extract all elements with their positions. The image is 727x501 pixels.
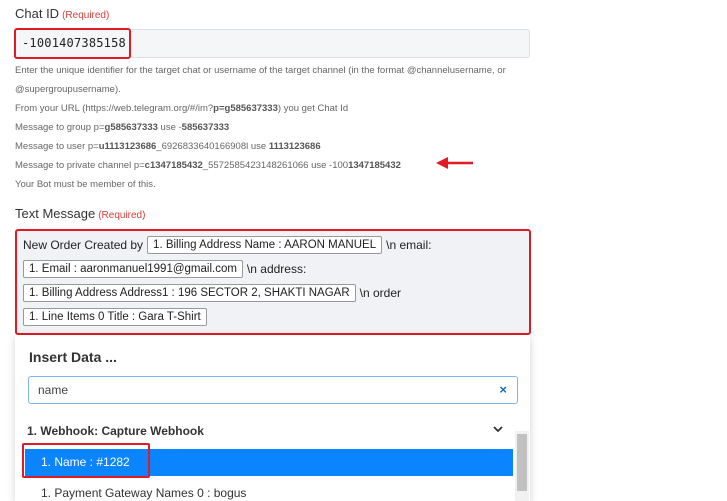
help-line-5-bold2: 1113123686 — [268, 141, 321, 152]
token-email[interactable]: 1. Email : aaronmanuel1991@gmail.com — [23, 260, 243, 278]
help-line-3-suffix: ) you get Chat Id — [277, 103, 349, 114]
help-line-5: Message to user p=u1113123686_6926833640… — [15, 137, 535, 156]
text-message-required: (Required) — [98, 210, 146, 221]
help-line-3-bold: p=g585637333 — [213, 103, 278, 114]
help-line-6-mid: _5572585423148261066 use -100 — [202, 160, 349, 171]
chevron-down-icon[interactable] — [492, 423, 504, 435]
help-line-5-bold1: u1113123686 — [98, 141, 157, 152]
dropdown-item[interactable]: 1. Payment Gateway Names 0 : bogus — [41, 486, 246, 500]
help-line-6-bold2: 1347185432 — [348, 160, 401, 171]
message-line-4: 1. Line Items 0 Title : Gara T-Shirt — [19, 308, 211, 326]
message-text-address: \n address: — [246, 262, 307, 276]
chat-id-required: (Required) — [62, 10, 110, 21]
help-line-5-prefix: Message to user p= — [15, 141, 99, 152]
chat-id-help: Enter the unique identifier for the targ… — [15, 61, 535, 194]
message-line-1: New Order Created by 1. Billing Address … — [23, 236, 431, 254]
text-message-label-text: Text Message — [15, 206, 96, 221]
help-line-6-prefix: Message to private channel p= — [15, 160, 145, 171]
help-line-4-prefix: Message to group p= — [15, 122, 105, 133]
help-line-4: Message to group p=g585637333 use -58563… — [15, 118, 535, 137]
arrow-left-icon — [436, 157, 473, 169]
help-line-4-bold1: g585637333 — [104, 122, 158, 133]
insert-data-title: Insert Data ... — [29, 349, 117, 365]
clear-icon[interactable]: × — [499, 382, 507, 397]
help-line-3-prefix: From your URL (https://web.telegram.org/… — [15, 103, 214, 114]
webhook-group-header[interactable]: 1. Webhook: Capture Webhook — [27, 424, 204, 438]
help-line-4-bold2: 585637333 — [181, 122, 230, 133]
message-text-order: \n order — [359, 286, 402, 300]
message-text-prefix: New Order Created by — [23, 238, 144, 252]
help-line-7: Your Bot must be member of this. — [15, 179, 156, 190]
dropdown-scrollbar-thumb[interactable] — [517, 434, 527, 491]
selected-item-highlight — [22, 443, 150, 478]
help-line-2: @supergroupusername). — [15, 84, 121, 95]
chat-id-label-text: Chat ID — [15, 6, 60, 21]
help-line-5-mid: _6926833640166908l use — [156, 141, 269, 152]
insert-data-search-input[interactable] — [38, 383, 478, 397]
token-billing-name[interactable]: 1. Billing Address Name : AARON MANUEL — [147, 236, 383, 254]
help-line-4-mid: use - — [157, 122, 182, 133]
insert-data-search[interactable]: × — [28, 376, 518, 404]
chat-id-label: Chat ID (Required) — [15, 6, 109, 21]
message-line-2: 1. Email : aaronmanuel1991@gmail.com \n … — [19, 260, 306, 278]
chat-id-value[interactable]: -1001407385158 — [14, 28, 131, 59]
help-line-1: Enter the unique identifier for the targ… — [15, 65, 506, 76]
help-line-6-bold1: c1347185432 — [144, 160, 203, 171]
message-line-3: 1. Billing Address Address1 : 196 SECTOR… — [19, 284, 401, 302]
text-message-field[interactable]: New Order Created by 1. Billing Address … — [15, 229, 531, 335]
text-message-label: Text Message (Required) — [15, 206, 145, 221]
token-line-item-title[interactable]: 1. Line Items 0 Title : Gara T-Shirt — [23, 308, 207, 326]
help-line-3: From your URL (https://web.telegram.org/… — [15, 99, 535, 118]
message-text-email: \n email: — [386, 238, 432, 252]
token-billing-address[interactable]: 1. Billing Address Address1 : 196 SECTOR… — [23, 284, 356, 302]
